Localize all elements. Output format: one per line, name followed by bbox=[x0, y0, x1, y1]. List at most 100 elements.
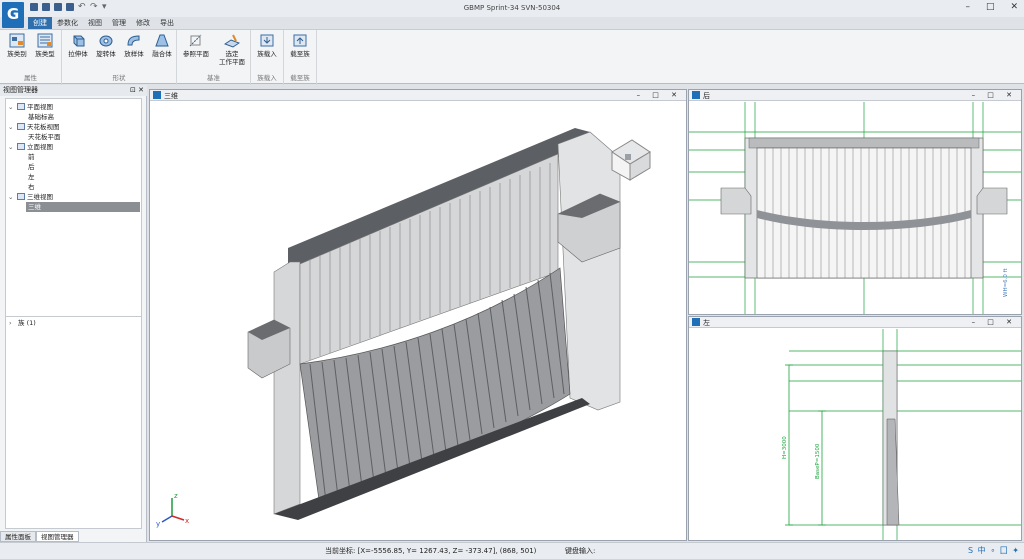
view-tab-icon bbox=[153, 91, 161, 99]
tab-export[interactable]: 导出 bbox=[155, 17, 179, 29]
collapse-icon: ⌄ bbox=[8, 143, 14, 151]
tab-manage[interactable]: 管理 bbox=[107, 17, 131, 29]
load-into-family-button[interactable]: 载至族 bbox=[286, 33, 314, 58]
family-category-button[interactable]: 族类别 bbox=[3, 33, 31, 58]
sweep-button[interactable]: 放样体 bbox=[120, 33, 148, 58]
tree-node-plan-views[interactable]: ⌄ 平面视图 bbox=[8, 102, 53, 112]
ribbon: 族类别 族类型 属性 拉伸体 旋转体 放样体 融合体 形状 参照平面 选定 工作… bbox=[0, 29, 1024, 85]
tab-create[interactable]: 创建 bbox=[28, 17, 52, 29]
back-elevation-canvas[interactable]: WH=6.0 ft bbox=[689, 102, 1021, 314]
family-type-icon bbox=[37, 33, 53, 48]
view-back-title: 后 bbox=[703, 92, 710, 100]
revolve-icon bbox=[99, 35, 113, 47]
set-work-plane-button[interactable]: 选定 工作平面 bbox=[217, 33, 247, 66]
view-left-header: 左 – □ ✕ bbox=[689, 317, 1021, 328]
ribbon-group-properties: 族类别 族类型 属性 bbox=[0, 30, 62, 85]
model-3d-canvas[interactable]: z x y bbox=[150, 102, 686, 540]
minimize-button[interactable]: – bbox=[965, 2, 970, 12]
back-left-bracket bbox=[720, 187, 752, 215]
status-bar: 当前坐标: [X=-5556.85, Y= 1267.43, Z= -373.4… bbox=[0, 542, 1024, 559]
view-3d-header: 三维 – □ ✕ bbox=[150, 90, 686, 101]
family-category-icon bbox=[9, 33, 25, 48]
view-back-header: 后 – □ ✕ bbox=[689, 90, 1021, 101]
reference-plane-button[interactable]: 参照平面 bbox=[182, 33, 210, 58]
view-tab-icon bbox=[692, 318, 700, 326]
expand-icon: › bbox=[9, 319, 12, 327]
view-left-title: 左 bbox=[703, 319, 710, 327]
view-left-pane[interactable]: 左 – □ ✕ H=3000 BaseP=1500 bbox=[688, 316, 1022, 541]
left-elevation-canvas[interactable]: H=3000 BaseP=1500 bbox=[689, 329, 1021, 540]
view-tab-icon bbox=[692, 91, 700, 99]
ribbon-group-shape: 拉伸体 旋转体 放样体 融合体 形状 bbox=[62, 30, 177, 85]
ribbon-tabs: 创建 参数化 视图 管理 修改 导出 bbox=[28, 17, 179, 29]
revolve-button[interactable]: 旋转体 bbox=[92, 33, 120, 58]
view-left-controls[interactable]: – □ ✕ bbox=[972, 317, 1017, 328]
axis-triad-icon: z x y bbox=[156, 492, 189, 528]
view-back-pane[interactable]: 后 – □ ✕ WH=6.0 ft bbox=[688, 89, 1022, 315]
collapse-icon: ⌄ bbox=[8, 123, 14, 131]
3d-view-icon bbox=[17, 193, 25, 200]
ime-tray-icons[interactable]: S 中 ∘ 囗 ✦ bbox=[968, 545, 1020, 556]
tree-item-front[interactable]: 前 bbox=[28, 152, 35, 162]
view-manager-panel: 视图管理器 ⊡ ✕ ⌄ 平面视图 基础标高 ⌄ 天花板视图 天花板平面 ⌄ 立面视图 … bbox=[0, 85, 147, 542]
back-annotation: WH=6.0 ft bbox=[1003, 267, 1009, 297]
view-back-controls[interactable]: – □ ✕ bbox=[972, 90, 1017, 101]
work-plane-icon bbox=[224, 34, 240, 48]
tree-item-right[interactable]: 右 bbox=[28, 182, 35, 192]
load-family-icon bbox=[260, 34, 274, 47]
dimension-height: H=3000 bbox=[782, 436, 788, 459]
reference-plane-icon bbox=[189, 34, 202, 47]
svg-text:x: x bbox=[185, 517, 189, 525]
dimension-base: BaseP=1500 bbox=[815, 443, 821, 479]
view-manager-header: 视图管理器 ⊡ ✕ bbox=[0, 85, 147, 96]
plan-view-icon bbox=[17, 103, 25, 110]
ribbon-group-load-into: 载至族 载至族 bbox=[284, 30, 317, 85]
family-tree: › 族 (1) bbox=[5, 316, 142, 529]
view-3d-pane[interactable]: 三维 – □ ✕ z x y bbox=[149, 89, 687, 541]
extrusion-icon bbox=[73, 35, 85, 47]
tree-item-base-level[interactable]: 基础标高 bbox=[28, 112, 54, 122]
tree-node-ceiling-views[interactable]: ⌄ 天花板视图 bbox=[8, 122, 60, 132]
tab-view-manager[interactable]: 视图管理器 bbox=[36, 531, 79, 542]
view-manager-title: 视图管理器 bbox=[3, 86, 38, 94]
window-controls: – □ ✕ bbox=[965, 2, 1018, 12]
collapse-icon: ⌄ bbox=[8, 193, 14, 201]
tree-node-family[interactable]: › 族 (1) bbox=[9, 318, 36, 328]
left-post bbox=[273, 261, 301, 515]
tree-item-left[interactable]: 左 bbox=[28, 172, 35, 182]
window-title: GBMP Sprint-34 SVN-50304 bbox=[463, 4, 561, 12]
svg-text:y: y bbox=[156, 520, 160, 528]
tab-view[interactable]: 视图 bbox=[83, 17, 107, 29]
title-bar: G ↶ ↷ ▾ GBMP Sprint-34 SVN-50304 – □ ✕ bbox=[0, 0, 1024, 28]
panel-controls[interactable]: ⊡ ✕ bbox=[130, 85, 144, 96]
blend-button[interactable]: 融合体 bbox=[148, 33, 176, 58]
maximize-button[interactable]: □ bbox=[986, 2, 995, 12]
tree-item-back[interactable]: 后 bbox=[28, 162, 35, 172]
ribbon-group-load-family: 族载入 族载入 bbox=[251, 30, 284, 85]
svg-text:z: z bbox=[174, 492, 178, 500]
view-3d-controls[interactable]: – □ ✕ bbox=[637, 90, 682, 101]
extrusion-button[interactable]: 拉伸体 bbox=[64, 33, 92, 58]
ribbon-group-datum: 参照平面 选定 工作平面 基准 bbox=[177, 30, 251, 85]
back-right-bracket bbox=[976, 187, 1008, 215]
tab-properties-panel[interactable]: 属性面板 bbox=[0, 531, 36, 542]
keyboard-input-label: 键盘输入: bbox=[565, 547, 596, 555]
tab-parametric[interactable]: 参数化 bbox=[52, 17, 83, 29]
tab-modify[interactable]: 修改 bbox=[131, 17, 155, 29]
tree-item-3d-selected[interactable]: 三维 bbox=[26, 202, 140, 212]
coordinate-readout: 当前坐标: [X=-5556.85, Y= 1267.43, Z= -373.4… bbox=[325, 547, 537, 555]
collapse-icon: ⌄ bbox=[8, 103, 14, 111]
ceiling-view-icon bbox=[17, 123, 25, 130]
tree-node-3d-views[interactable]: ⌄ 三维视图 bbox=[8, 192, 53, 202]
load-family-button[interactable]: 族载入 bbox=[253, 33, 281, 58]
panel-tabs: 属性面板 视图管理器 bbox=[0, 531, 147, 542]
tree-item-ceiling-plan[interactable]: 天花板平面 bbox=[28, 132, 61, 142]
tree-node-elevation-views[interactable]: ⌄ 立面视图 bbox=[8, 142, 53, 152]
elevation-view-icon bbox=[17, 143, 25, 150]
load-into-family-icon bbox=[293, 34, 307, 47]
sweep-icon bbox=[127, 35, 140, 46]
family-type-button[interactable]: 族类型 bbox=[31, 33, 59, 58]
close-button[interactable]: ✕ bbox=[1010, 2, 1018, 12]
left-guide-lines bbox=[789, 329, 1021, 540]
view-3d-title: 三维 bbox=[164, 92, 178, 100]
